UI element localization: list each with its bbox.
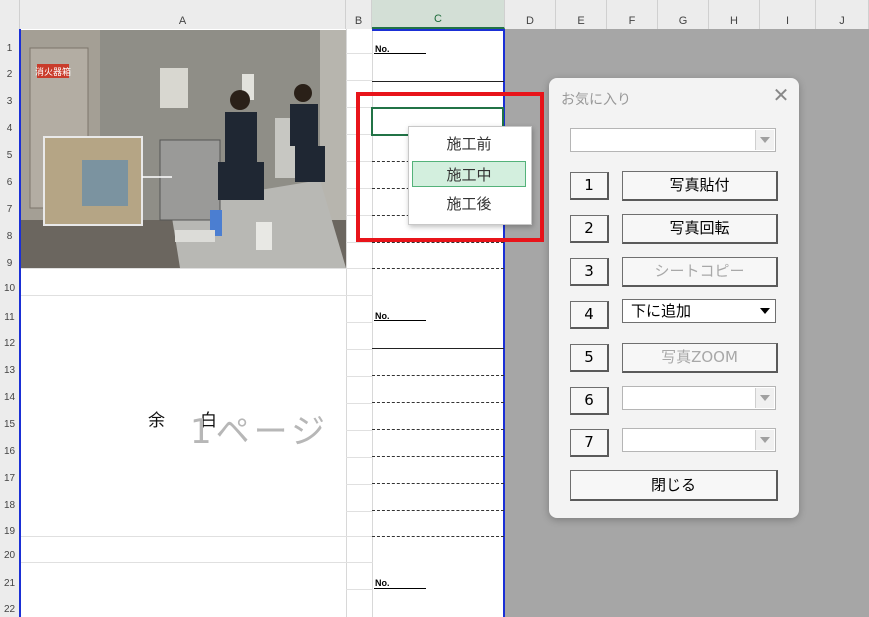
grid-line — [346, 29, 347, 617]
grid-line — [20, 536, 373, 537]
grid-line — [346, 376, 373, 377]
slot-1-number-button[interactable]: 1 — [570, 172, 609, 200]
favorites-dialog: お気に入り ✕ 1 写真貼付 2 写真回転 3 シートコピー 4 下に追加 5 … — [549, 78, 799, 518]
row-header[interactable]: 1 — [0, 43, 19, 54]
chevron-down-icon[interactable] — [755, 388, 774, 408]
row-header[interactable]: 18 — [0, 500, 19, 511]
column-header-d[interactable]: D — [505, 0, 556, 29]
grid-line — [20, 562, 373, 563]
chevron-down-icon[interactable] — [756, 301, 774, 321]
dotted-line — [372, 375, 504, 376]
dotted-line — [372, 456, 504, 457]
row-header[interactable]: 21 — [0, 578, 19, 589]
photo-scene-illustration: 消火器箱 — [20, 30, 346, 268]
dotted-line — [372, 483, 504, 484]
row-header[interactable]: 3 — [0, 96, 19, 107]
ruled-line — [372, 81, 504, 82]
column-header-b[interactable]: B — [346, 0, 372, 29]
slot-4-combo[interactable]: 下に追加 — [622, 299, 776, 323]
ruled-line — [372, 348, 504, 349]
row-header[interactable]: 4 — [0, 123, 19, 134]
favorites-combo[interactable] — [570, 128, 776, 152]
underline — [374, 53, 426, 54]
row-header[interactable]: 2 — [0, 69, 19, 80]
row-header[interactable]: 14 — [0, 392, 19, 403]
row-header[interactable]: 7 — [0, 204, 19, 215]
dotted-line — [372, 429, 504, 430]
row-header[interactable]: 5 — [0, 150, 19, 161]
chevron-down-icon[interactable] — [755, 430, 774, 450]
column-header-i[interactable]: I — [760, 0, 816, 29]
dotted-line — [372, 268, 504, 269]
chevron-down-icon[interactable] — [755, 130, 774, 150]
column-header-f[interactable]: F — [607, 0, 658, 29]
photo-number-label: No. — [375, 578, 390, 588]
grid-line — [346, 484, 373, 485]
row-header[interactable]: 13 — [0, 365, 19, 376]
grid-line — [346, 53, 373, 54]
fire-extinguisher-sign-text: 消火器箱 — [35, 66, 71, 78]
row-header[interactable]: 15 — [0, 419, 19, 430]
inserted-photo[interactable]: 消火器箱 — [20, 30, 346, 268]
select-all-corner[interactable] — [0, 0, 20, 29]
column-header-h[interactable]: H — [709, 0, 760, 29]
photo-rotate-button[interactable]: 写真回転 — [622, 214, 778, 244]
grid-line — [346, 80, 373, 81]
slot-6-combo[interactable] — [622, 386, 776, 410]
sheet-copy-button[interactable]: シートコピー — [622, 257, 778, 287]
grid-line — [346, 322, 373, 323]
page-break-line — [372, 29, 505, 31]
slot-3-number-button[interactable]: 3 — [570, 258, 609, 286]
close-icon[interactable]: ✕ — [770, 84, 792, 106]
row-header[interactable]: 8 — [0, 231, 19, 242]
grid-line — [346, 430, 373, 431]
column-header-bar: A B C D E F G H I J — [0, 0, 869, 30]
close-button[interactable]: 閉じる — [570, 470, 778, 501]
dotted-line — [372, 536, 504, 537]
dotted-line — [372, 510, 504, 511]
highlight-frame — [356, 92, 544, 242]
grid-line — [346, 511, 373, 512]
slot-7-number-button[interactable]: 7 — [570, 429, 609, 457]
column-header-g[interactable]: G — [658, 0, 709, 29]
slot-4-combo-value: 下に追加 — [631, 302, 692, 320]
photo-zoom-button[interactable]: 写真ZOOM — [622, 343, 778, 373]
underline — [374, 320, 426, 321]
row-header[interactable]: 16 — [0, 446, 19, 457]
column-header-a[interactable]: A — [20, 0, 346, 29]
column-header-c[interactable]: C — [372, 0, 505, 29]
slot-2-number-button[interactable]: 2 — [570, 215, 609, 243]
grid-line — [346, 403, 373, 404]
page-number-watermark: 1ページ — [190, 412, 329, 452]
slot-7-combo[interactable] — [622, 428, 776, 452]
grid-line — [346, 589, 373, 590]
grid-line — [346, 242, 373, 243]
column-header-e[interactable]: E — [556, 0, 607, 29]
dotted-line — [372, 402, 504, 403]
row-header[interactable]: 10 — [0, 283, 19, 294]
row-header[interactable]: 17 — [0, 473, 19, 484]
slot-5-number-button[interactable]: 5 — [570, 344, 609, 372]
dotted-line — [372, 242, 504, 243]
grid-line — [20, 268, 373, 269]
row-header[interactable]: 22 — [0, 604, 19, 615]
dialog-title: お気に入り — [561, 92, 631, 108]
row-header[interactable]: 19 — [0, 526, 19, 537]
grid-line — [20, 295, 373, 296]
row-header[interactable]: 9 — [0, 258, 19, 269]
column-header-j[interactable]: J — [816, 0, 869, 29]
row-header[interactable]: 6 — [0, 177, 19, 188]
page-break-line — [19, 29, 21, 617]
grid-line — [346, 349, 373, 350]
row-header[interactable]: 11 — [0, 312, 19, 323]
row-header[interactable]: 20 — [0, 550, 19, 561]
margin-label-left: 余 — [148, 411, 165, 431]
underline — [374, 588, 426, 589]
grid-line — [346, 457, 373, 458]
row-header[interactable]: 12 — [0, 338, 19, 349]
photo-paste-button[interactable]: 写真貼付 — [622, 171, 778, 201]
slot-6-number-button[interactable]: 6 — [570, 387, 609, 415]
slot-4-number-button[interactable]: 4 — [570, 301, 609, 329]
row-header-bar: 1 2 3 4 5 6 7 8 9 10 11 12 13 14 15 16 1… — [0, 29, 21, 617]
